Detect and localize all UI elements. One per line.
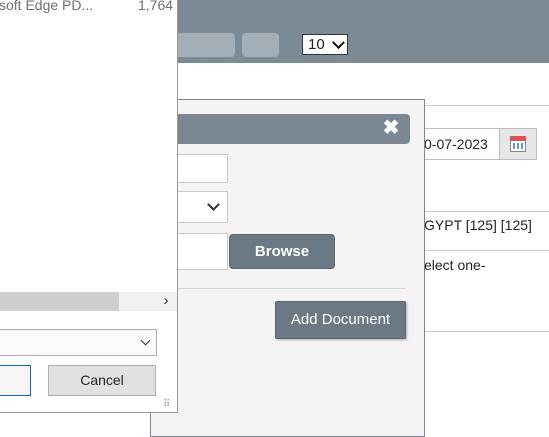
row-divider — [424, 250, 549, 251]
modal-header — [158, 114, 410, 144]
file-name[interactable]: soft Edge PD... — [0, 0, 93, 13]
close-icon[interactable]: ✖ — [380, 117, 402, 139]
toolbar-button[interactable] — [242, 33, 279, 57]
scrollbar-thumb[interactable] — [0, 292, 119, 311]
file-size: 1,764 — [138, 0, 174, 13]
calendar-icon — [510, 136, 526, 152]
row-divider — [424, 331, 549, 332]
chevron-down-icon — [332, 36, 345, 50]
file-type-select[interactable] — [0, 329, 157, 356]
resize-grip-icon[interactable]: ⠿ — [163, 399, 175, 411]
branch-value: GYPT [125] [125] — [424, 217, 532, 233]
modal-divider — [150, 288, 406, 289]
page-size-select[interactable]: 10 — [302, 34, 348, 55]
open-button[interactable] — [0, 365, 31, 396]
add-document-button[interactable]: Add Document — [275, 301, 406, 339]
select-placeholder[interactable]: elect one- — [424, 257, 485, 273]
calendar-button[interactable] — [499, 128, 537, 160]
chevron-down-icon — [207, 198, 220, 211]
toolbar-button[interactable] — [198, 33, 235, 57]
row-divider — [424, 105, 549, 106]
row-divider — [424, 211, 549, 212]
cancel-button[interactable]: Cancel — [48, 365, 156, 396]
date-value: 0-07-2023 — [424, 136, 488, 152]
scroll-right-icon[interactable]: › — [158, 291, 174, 311]
chevron-down-icon — [140, 335, 151, 346]
browse-button[interactable]: Browse — [229, 234, 335, 269]
page-size-value: 10 — [308, 36, 325, 53]
